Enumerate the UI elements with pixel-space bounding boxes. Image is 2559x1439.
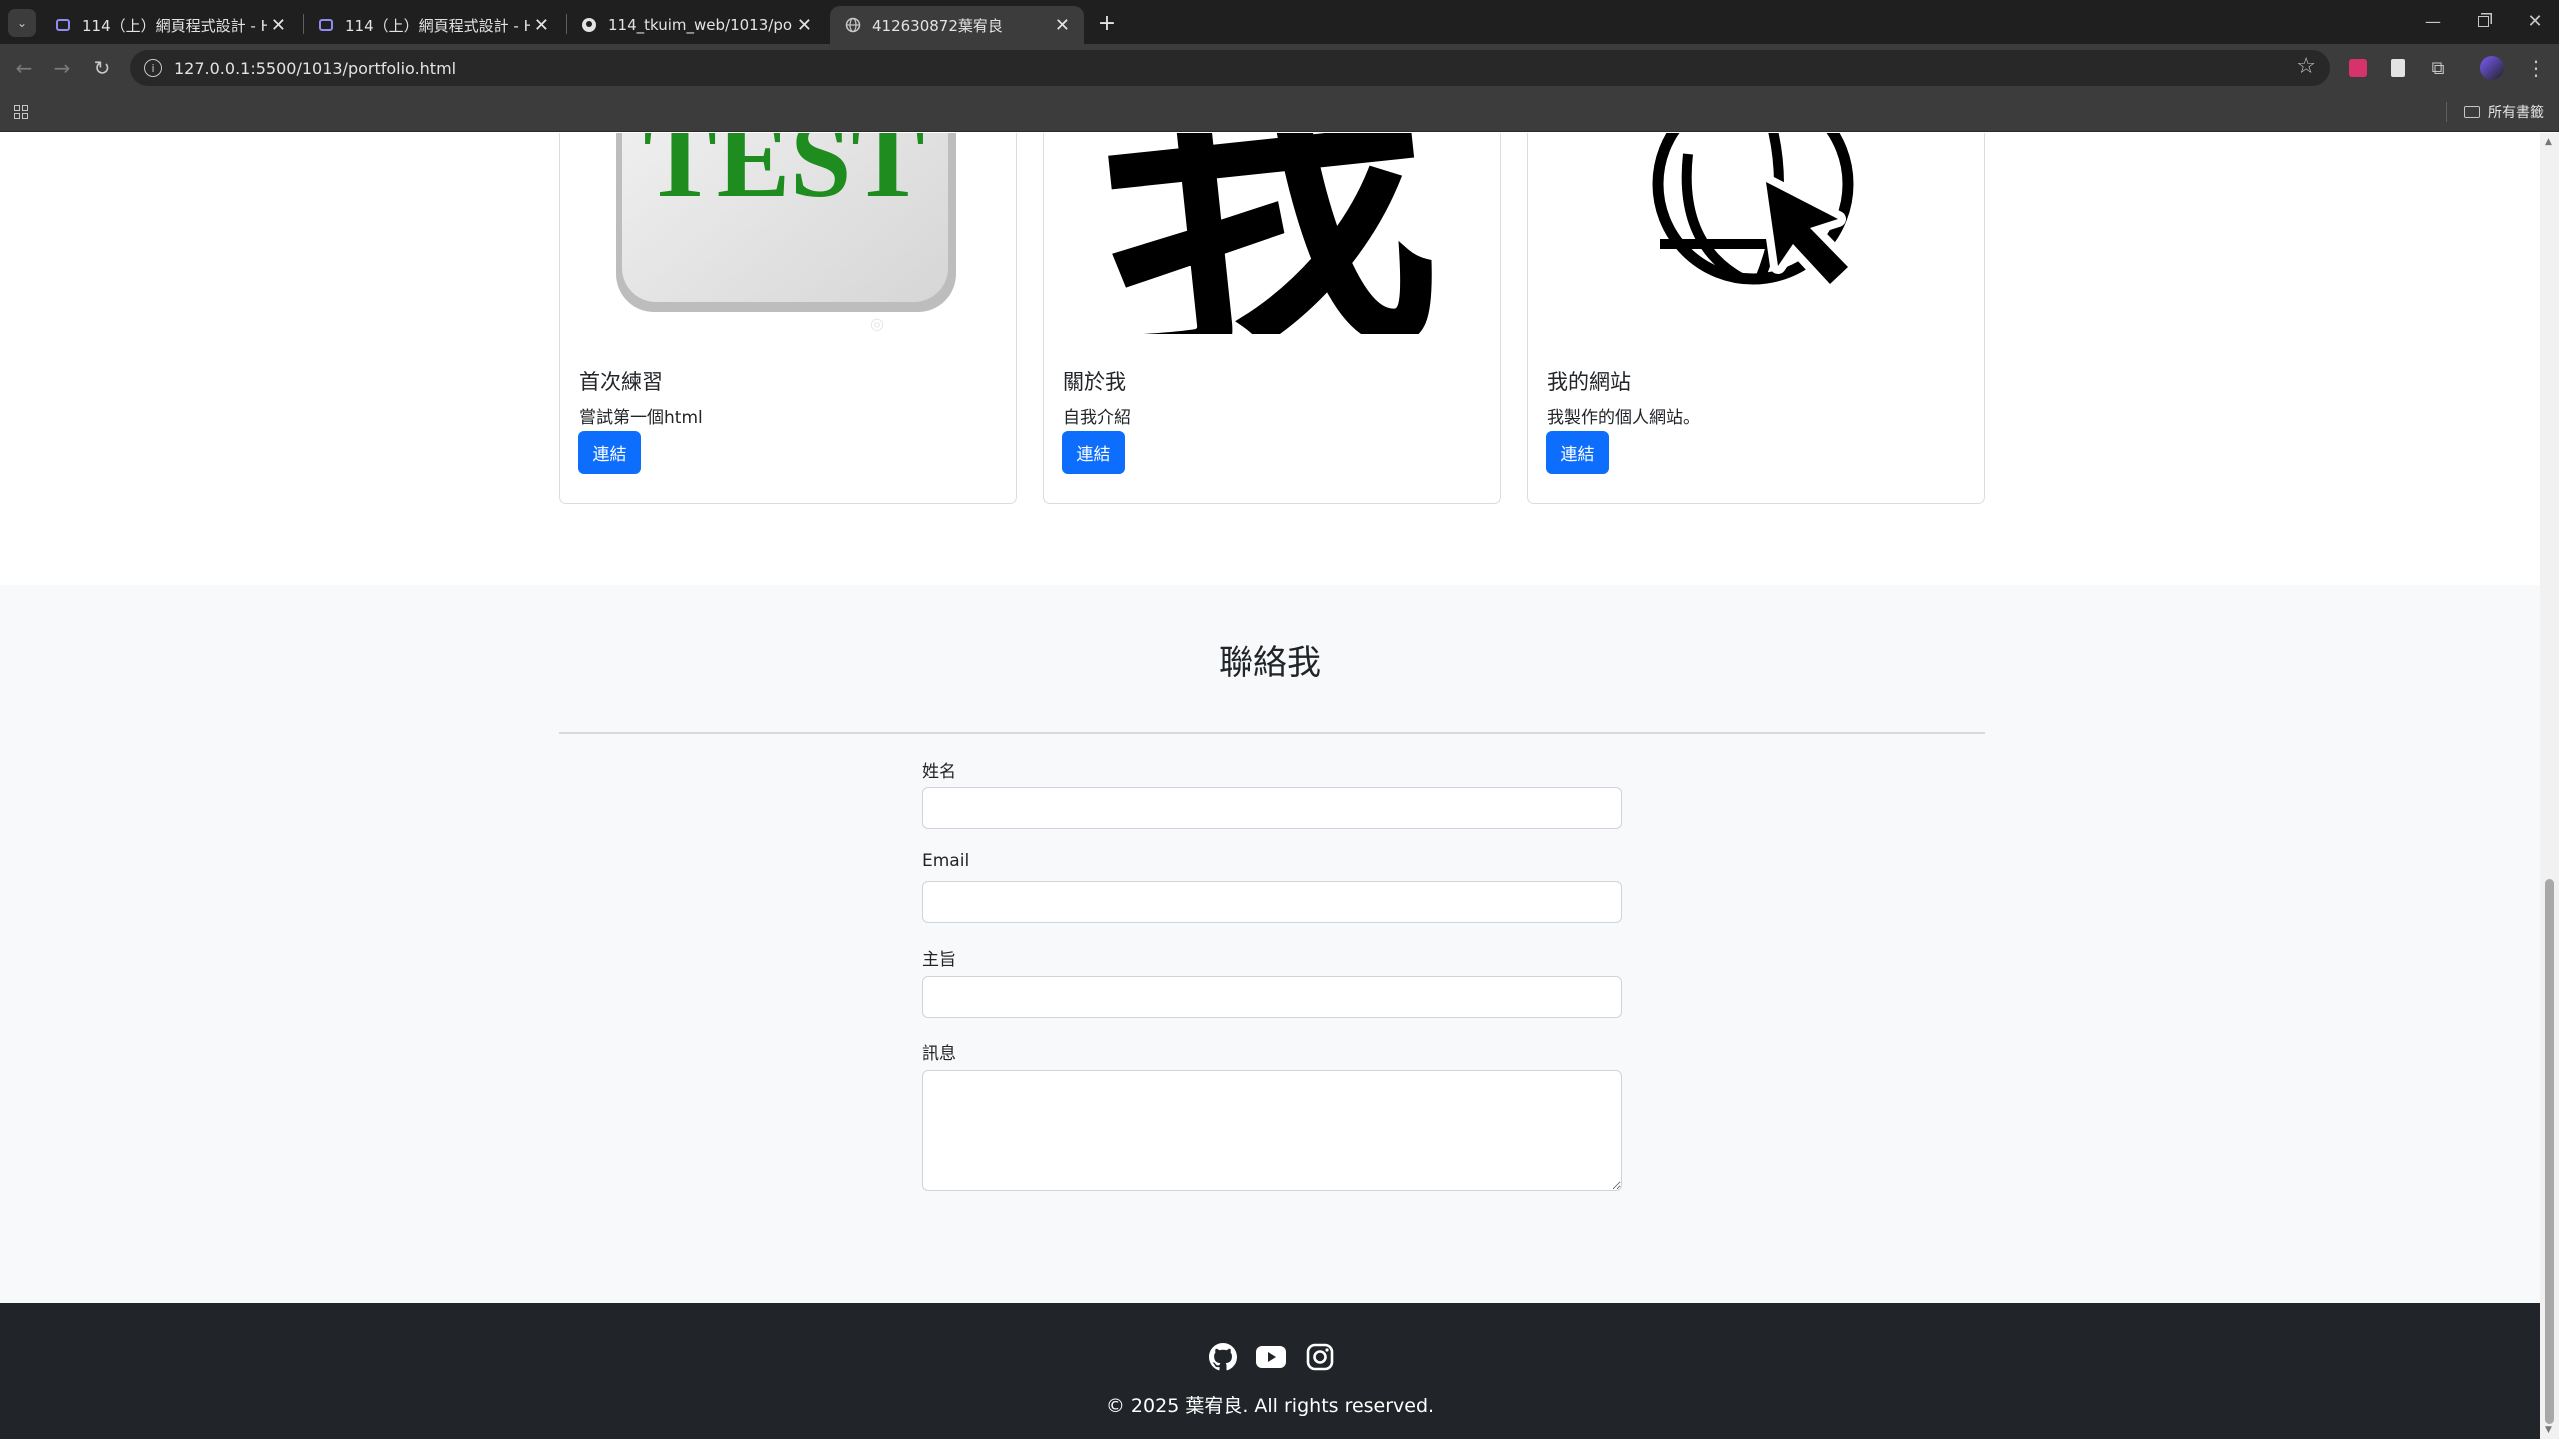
minimize-button[interactable]: — — [2416, 6, 2450, 36]
document-icon — [2391, 59, 2405, 77]
site-info-icon[interactable]: i — [144, 59, 162, 77]
translate-icon — [2349, 59, 2367, 77]
card-text: 我製作的個人網站。 — [1547, 408, 1700, 428]
copyright-text: © 2025 葉宥良. All rights reserved. — [1105, 1395, 1435, 1417]
tab-title: 412630872葉宥良 — [872, 16, 1003, 35]
message-textarea[interactable] — [922, 1070, 1622, 1191]
subject-label: 主旨 — [922, 950, 956, 970]
tab-title: 114（上）網頁程式設計 - HackMD — [345, 16, 530, 35]
portfolio-card-about-me: 我 關於我 自我介紹 連結 — [1043, 133, 1501, 504]
profile-button[interactable] — [2478, 54, 2506, 82]
wo-character-text: 我 — [1082, 133, 1451, 334]
email-label: Email — [922, 851, 970, 871]
browser-menu-button[interactable]: ⋮ — [2522, 54, 2550, 82]
all-bookmarks-button[interactable]: 所有書籤 — [2464, 100, 2544, 124]
url-text: 127.0.0.1:5500/1013/portfolio.html — [174, 58, 457, 78]
close-icon[interactable]: ✕ — [271, 15, 286, 36]
chevron-down-icon: ⌄ — [16, 16, 28, 30]
card-title: 關於我 — [1063, 370, 1126, 394]
portfolio-card-my-website: 我的網站 我製作的個人網站。 連結 — [1527, 133, 1985, 504]
section-divider — [559, 732, 1985, 734]
forward-button[interactable]: → — [46, 52, 78, 84]
scroll-down-arrow-icon[interactable]: ▼ — [2545, 1425, 2552, 1435]
restore-icon — [2477, 15, 2489, 27]
tab-title: 114_tkuim_web/1013/portfolio.html — [608, 16, 793, 34]
subject-field[interactable] — [922, 976, 1622, 1018]
back-button[interactable]: ← — [8, 52, 40, 84]
contact-section: 聯絡我 姓名 Email 主旨 訊息 送出 — [0, 585, 2540, 1383]
bookmarks-bar: 所有書籤 — [0, 92, 2559, 132]
apps-button[interactable] — [10, 101, 32, 123]
message-label: 訊息 — [922, 1044, 956, 1064]
restore-button[interactable] — [2466, 6, 2500, 36]
tab-title: 114（上）網頁程式設計 - HackMD — [82, 16, 267, 35]
name-field[interactable] — [922, 787, 1622, 829]
folder-icon — [2464, 106, 2480, 118]
card-image-test: TEST ◎ — [560, 133, 1016, 334]
avatar — [2480, 56, 2504, 80]
scrollbar-thumb[interactable] — [2545, 879, 2554, 1424]
close-window-button[interactable]: ✕ — [2518, 6, 2552, 36]
card-image-web-icon — [1528, 133, 1984, 334]
page-viewport: TEST ◎ 首次練習 嘗試第一個html 連結 我 關於我 自我介紹 連結 — [0, 133, 2540, 1439]
browser-tab-3[interactable]: 114_tkuim_web/1013/portfolio.html ✕ — [566, 6, 826, 44]
globe-cursor-icon — [1652, 133, 1856, 292]
reload-button[interactable]: ↻ — [86, 52, 118, 84]
new-tab-button[interactable]: + — [1092, 8, 1122, 38]
close-icon[interactable]: ✕ — [1055, 15, 1070, 36]
browser-tab-1[interactable]: 114（上）網頁程式設計 - HackMD ✕ — [40, 6, 300, 44]
youtube-icon[interactable] — [1255, 1341, 1287, 1373]
card-image-wo-character: 我 — [1044, 133, 1500, 334]
plus-icon: + — [1097, 10, 1117, 36]
card-text: 嘗試第一個html — [579, 408, 703, 428]
arrow-right-icon: → — [53, 56, 71, 80]
reload-icon: ↻ — [93, 56, 111, 80]
hackmd-icon — [54, 16, 72, 34]
bookmarks-divider — [2446, 102, 2447, 122]
card-link-button[interactable]: 連結 — [1062, 431, 1125, 474]
email-field[interactable] — [922, 881, 1622, 923]
card-title: 首次練習 — [579, 370, 663, 394]
card-link-button[interactable]: 連結 — [578, 431, 641, 474]
browser-tab-2[interactable]: 114（上）網頁程式設計 - HackMD ✕ — [303, 6, 563, 44]
github-icon[interactable] — [1207, 1341, 1239, 1373]
arrow-left-icon: ← — [15, 56, 33, 80]
minimize-icon: — — [2425, 11, 2441, 31]
card-text: 自我介紹 — [1063, 408, 1131, 428]
portfolio-card-first-practice: TEST ◎ 首次練習 嘗試第一個html 連結 — [559, 133, 1017, 504]
extension-translate-button[interactable] — [2346, 56, 2370, 80]
close-icon: ✕ — [2527, 10, 2543, 32]
extensions-button[interactable]: ⧉ — [2424, 54, 2452, 82]
scroll-up-arrow-icon[interactable]: ▲ — [2545, 137, 2552, 147]
close-icon[interactable]: ✕ — [797, 15, 812, 36]
card-link-button[interactable]: 連結 — [1546, 431, 1609, 474]
globe-icon — [844, 16, 862, 34]
page-footer: © 2025 葉宥良. All rights reserved. — [0, 1303, 2540, 1439]
close-icon[interactable]: ✕ — [534, 15, 549, 36]
address-bar[interactable]: i 127.0.0.1:5500/1013/portfolio.html ☆ — [130, 50, 2330, 86]
browser-toolbar: ← → ↻ i 127.0.0.1:5500/1013/portfolio.ht… — [0, 44, 2559, 92]
tab-search-button[interactable]: ⌄ — [8, 9, 36, 37]
hackmd-icon — [317, 16, 335, 34]
test-key-text: TEST — [643, 133, 924, 220]
extension-document-button[interactable] — [2386, 56, 2410, 80]
github-icon — [580, 16, 598, 34]
watermark-icon: ◎ — [870, 314, 884, 333]
bookmark-star-icon[interactable]: ☆ — [2296, 54, 2316, 79]
apps-grid-icon — [14, 105, 28, 119]
name-label: 姓名 — [922, 762, 956, 782]
contact-heading: 聯絡我 — [1219, 643, 1321, 683]
browser-tab-4-active[interactable]: 412630872葉宥良 ✕ — [830, 6, 1084, 44]
browser-tab-strip: ⌄ 114（上）網頁程式設計 - HackMD ✕ 114（上）網頁程式設計 -… — [0, 0, 2559, 44]
puzzle-icon: ⧉ — [2431, 57, 2445, 79]
more-vertical-icon: ⋮ — [2526, 56, 2546, 80]
all-bookmarks-label: 所有書籤 — [2488, 105, 2544, 121]
instagram-icon[interactable] — [1304, 1341, 1336, 1373]
page-scrollbar[interactable]: ▲ ▼ — [2540, 133, 2559, 1439]
card-title: 我的網站 — [1547, 370, 1631, 394]
